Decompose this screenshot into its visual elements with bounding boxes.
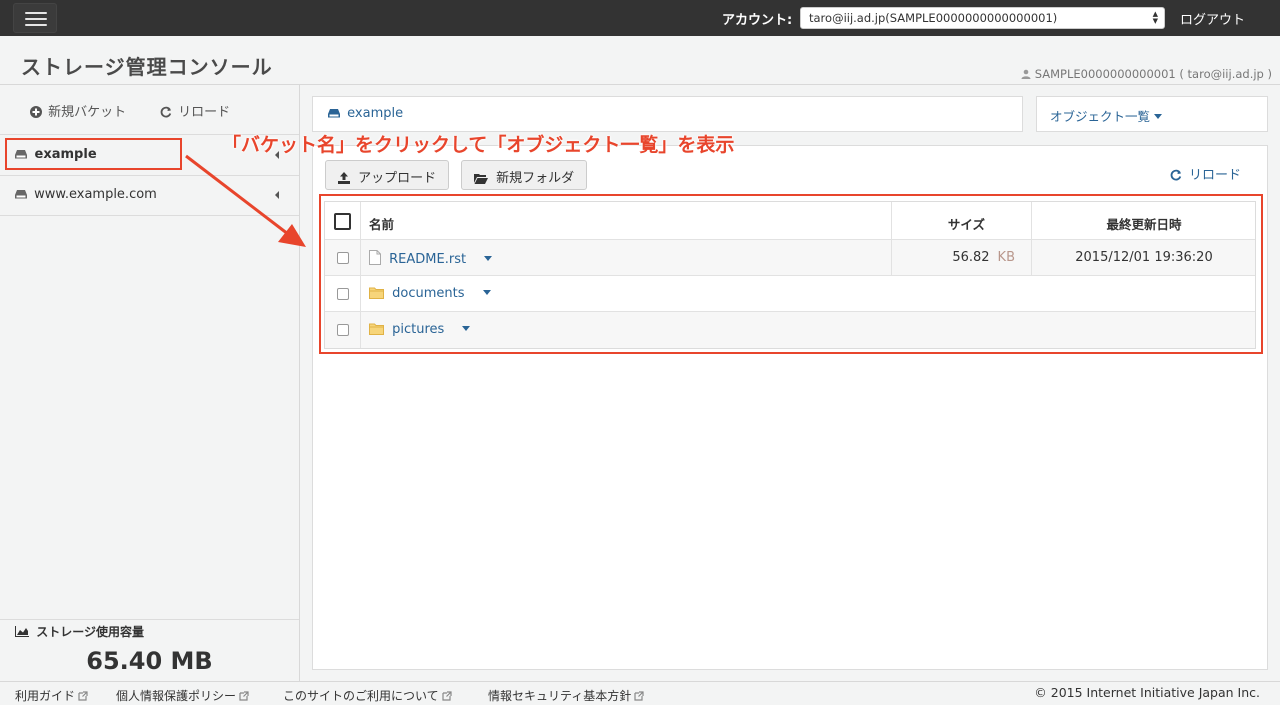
refresh-icon (1170, 169, 1181, 181)
footer: 利用ガイド 個人情報保護ポリシー このサイトのご利用について 情報セキュリティ基… (0, 681, 1280, 705)
area-chart-icon (15, 626, 29, 637)
breadcrumb-item[interactable]: example (328, 106, 403, 121)
sidebar-reload-button[interactable]: リロード (160, 101, 230, 120)
new-bucket-label: 新規バケット (48, 105, 127, 120)
refresh-icon (160, 106, 172, 118)
footer-link-security[interactable]: 情報セキュリティ基本方針 (488, 687, 644, 704)
account-label: アカウント: (722, 13, 793, 28)
plus-circle-icon (30, 106, 42, 118)
hdd-icon (15, 190, 27, 199)
caret-down-icon (1154, 114, 1163, 119)
object-reload-button[interactable]: リロード (1170, 164, 1241, 183)
annotation-highlight-bucket (5, 138, 182, 170)
user-icon (1021, 69, 1031, 79)
hdd-icon (328, 109, 340, 118)
view-menu-label: オブジェクト一覧 (1050, 106, 1163, 125)
user-info-text: SAMPLE0000000000001 ( taro@iij.ad.jp ) (1034, 67, 1272, 81)
storage-usage-value: 65.40 MB (86, 647, 213, 675)
bucket-name: www.example.com (34, 187, 157, 202)
logout-link[interactable]: ログアウト (1180, 9, 1245, 28)
user-info: SAMPLE0000000000001 ( taro@iij.ad.jp ) (1021, 67, 1272, 81)
hamburger-icon (25, 18, 47, 20)
copyright: © 2015 Internet Initiative Japan Inc. (1034, 685, 1260, 700)
annotation-highlight-table (319, 194, 1263, 354)
breadcrumb: example (312, 96, 1023, 132)
annotation-arrow-icon (185, 154, 306, 247)
folder-open-icon (474, 174, 488, 184)
upload-button[interactable]: アップロード (325, 160, 450, 190)
new-folder-button[interactable]: 新規フォルダ (461, 160, 588, 190)
account-select[interactable]: taro@iij.ad.jp(SAMPLE0000000000000001) ▲… (800, 7, 1165, 29)
new-bucket-button[interactable]: 新規バケット (30, 101, 126, 120)
external-link-icon (634, 691, 644, 701)
storage-usage-label: ストレージ使用容量 (15, 623, 144, 640)
bucket-label: www.example.com (15, 187, 157, 202)
footer-link-guide[interactable]: 利用ガイド (15, 687, 88, 704)
sidebar-reload-label: リロード (178, 105, 231, 120)
hamburger-icon (25, 12, 47, 14)
upload-icon (338, 172, 350, 184)
select-arrows-icon: ▲ ▼ (1152, 10, 1158, 25)
upload-label: アップロード (358, 171, 437, 186)
new-folder-label: 新規フォルダ (496, 171, 575, 186)
annotation-text: 「バケット名」をクリックして「オブジェクト一覧」を表示 (222, 134, 735, 156)
external-link-icon (442, 691, 452, 701)
breadcrumb-text: example (347, 106, 404, 121)
view-menu-dropdown[interactable]: オブジェクト一覧 (1036, 96, 1268, 132)
external-link-icon (78, 691, 88, 701)
storage-usage-text: ストレージ使用容量 (36, 625, 144, 639)
sidebar-divider (0, 619, 299, 620)
top-navbar: アカウント: taro@iij.ad.jp(SAMPLE000000000000… (0, 0, 1280, 36)
menu-toggle-button[interactable] (13, 3, 57, 33)
page-title: ストレージ管理コンソール (21, 55, 273, 79)
account-select-value: taro@iij.ad.jp(SAMPLE0000000000000001) (809, 11, 1058, 25)
footer-link-privacy[interactable]: 個人情報保護ポリシー (116, 687, 249, 704)
footer-link-terms[interactable]: このサイトのご利用について (283, 687, 452, 704)
hamburger-icon (25, 24, 47, 26)
object-reload-label: リロード (1188, 168, 1241, 183)
external-link-icon (239, 691, 249, 701)
